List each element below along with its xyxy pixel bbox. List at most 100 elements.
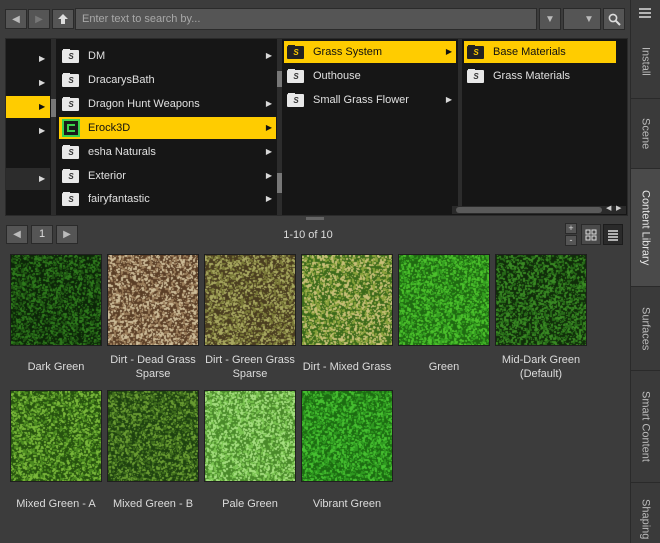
- page-number-field[interactable]: 1: [31, 225, 53, 244]
- smart-folder-icon: S: [62, 192, 80, 206]
- asset-label: Mixed Green - A: [16, 498, 96, 510]
- smart-folder-icon: S: [62, 73, 80, 87]
- asset-label: Mixed Green - B: [112, 498, 194, 510]
- asset-thumbnail[interactable]: [10, 390, 102, 482]
- search-button[interactable]: [603, 8, 625, 30]
- folder-row-selected[interactable]: S Grass System ▶: [284, 41, 456, 63]
- horizontal-scrollbar[interactable]: ◀ ▶: [452, 204, 626, 214]
- asset-thumbnail[interactable]: [107, 390, 199, 482]
- grid-view-icon: [585, 229, 597, 241]
- expand-arrow-icon[interactable]: ▶: [39, 174, 45, 183]
- smart-folder-icon: S: [62, 169, 80, 183]
- smart-folder-icon: S: [287, 93, 305, 107]
- smart-folder-icon: S: [62, 49, 80, 63]
- folder-label: Outhouse: [313, 70, 361, 82]
- asset-label: Green: [428, 361, 460, 373]
- up-arrow-button[interactable]: [52, 9, 74, 29]
- tab-shaping[interactable]: Shaping: [631, 483, 660, 543]
- folder-label: Grass Materials: [493, 70, 571, 82]
- asset-thumbnail[interactable]: [301, 390, 393, 482]
- asset-label: Dark Green: [27, 361, 85, 373]
- expand-arrow-icon[interactable]: ▶: [39, 102, 45, 111]
- folder-row[interactable]: S DracarysBath: [59, 69, 276, 91]
- asset-thumbnail[interactable]: [495, 254, 587, 346]
- asset-thumbnail[interactable]: [204, 254, 296, 346]
- scroll-left-icon[interactable]: ◀: [606, 204, 611, 212]
- folder-label: Erock3D: [88, 122, 131, 134]
- search-history-dropdown[interactable]: ▼: [539, 8, 561, 30]
- chevron-right-icon: ▶: [445, 47, 452, 56]
- pager-bar: ◀ 1 ▶ 1-10 of 10 + -: [0, 220, 630, 248]
- next-page-button[interactable]: ▶: [56, 225, 78, 244]
- smart-folder-icon: S: [467, 69, 485, 83]
- folder-label: Exterior: [88, 170, 126, 182]
- tab-install[interactable]: Install: [631, 24, 660, 99]
- asset-label: Vibrant Green: [312, 498, 382, 510]
- result-range-text: 1-10 of 10: [283, 229, 333, 241]
- toolbar: ◀ ▶ ▼ ▼: [0, 0, 630, 38]
- chevron-down-icon: ▼: [584, 13, 594, 25]
- grid-view-button[interactable]: [581, 224, 601, 245]
- folder-label: Base Materials: [493, 46, 566, 58]
- asset-thumbnail[interactable]: [10, 254, 102, 346]
- column-scroll-thumb[interactable]: [277, 71, 282, 87]
- scroll-right-icon[interactable]: ▶: [616, 204, 621, 212]
- panel-menu-icon[interactable]: [637, 6, 653, 20]
- asset-thumbnail[interactable]: [301, 254, 393, 346]
- asset-label: Dirt - Green Grass Sparse: [205, 354, 295, 380]
- expand-arrow-icon[interactable]: ▶: [39, 78, 45, 87]
- chevron-right-icon: ▶: [265, 99, 272, 108]
- chevron-right-icon: ▶: [265, 171, 272, 180]
- folder-row[interactable]: S fairyfantastic ▶: [59, 189, 276, 209]
- folder-row-selected[interactable]: S Base Materials: [464, 41, 616, 63]
- vendor-logo-icon: [62, 119, 80, 137]
- asset-label: Dirt - Dead Grass Sparse: [110, 354, 196, 380]
- folder-row[interactable]: S Grass Materials: [464, 65, 616, 87]
- column-scroll-thumb[interactable]: [51, 99, 56, 117]
- folder-row[interactable]: S Dragon Hunt Weapons ▶: [59, 93, 276, 115]
- zoom-out-button[interactable]: -: [565, 235, 577, 246]
- folder-row-selected[interactable]: Erock3D ▶: [59, 117, 276, 139]
- back-arrow-button[interactable]: ◀: [5, 9, 27, 29]
- smart-folder-icon: S: [62, 145, 80, 159]
- filter-dropdown[interactable]: ▼: [563, 8, 601, 30]
- expand-arrow-icon[interactable]: ▶: [39, 126, 45, 135]
- asset-thumbnail[interactable]: [398, 254, 490, 346]
- smart-folder-icon: S: [287, 45, 305, 59]
- list-view-button[interactable]: [603, 224, 623, 245]
- list-view-icon: [608, 230, 618, 241]
- smart-folder-icon: S: [467, 45, 485, 59]
- smart-folder-icon: S: [62, 97, 80, 111]
- folder-row[interactable]: S DM ▶: [59, 45, 276, 67]
- forward-arrow-button[interactable]: ▶: [28, 9, 50, 29]
- asset-thumbnail[interactable]: [107, 254, 199, 346]
- tab-content-library[interactable]: Content Library: [631, 169, 660, 287]
- folder-label: Small Grass Flower: [313, 94, 409, 106]
- column-splitter[interactable]: [51, 39, 56, 215]
- column-scroll-thumb[interactable]: [277, 173, 282, 193]
- folder-row[interactable]: S esha Naturals ▶: [59, 141, 276, 163]
- folder-row[interactable]: S Small Grass Flower ▶: [284, 89, 456, 111]
- folder-label: Grass System: [313, 46, 383, 58]
- chevron-right-icon: ▶: [265, 194, 272, 203]
- folder-label: DM: [88, 50, 106, 62]
- tab-smart-content[interactable]: Smart Content: [631, 371, 660, 483]
- column-splitter[interactable]: [458, 39, 462, 209]
- horizontal-scroll-thumb[interactable]: [456, 207, 602, 213]
- prev-page-button[interactable]: ◀: [6, 225, 28, 244]
- folder-label: esha Naturals: [88, 146, 156, 158]
- expand-arrow-icon[interactable]: ▶: [39, 54, 45, 63]
- chevron-down-icon: ▼: [545, 13, 555, 25]
- chevron-right-icon: ▶: [265, 147, 272, 156]
- tab-scene[interactable]: Scene: [631, 99, 660, 169]
- folder-row[interactable]: S Exterior ▶: [59, 165, 276, 187]
- asset-label: Dirt - Mixed Grass: [302, 361, 392, 373]
- tab-surfaces[interactable]: Surfaces: [631, 287, 660, 371]
- search-input[interactable]: [75, 8, 537, 30]
- asset-thumbnail[interactable]: [204, 390, 296, 482]
- zoom-in-button[interactable]: +: [565, 223, 577, 234]
- asset-label: Mid-Dark Green (Default): [501, 354, 581, 380]
- content-browser: ▶ ▶ ▶ ▶ ▶ S DM ▶ S DracarysBath S Dragon…: [5, 38, 628, 216]
- up-arrow-icon: [58, 14, 68, 24]
- folder-row[interactable]: S Outhouse: [284, 65, 456, 87]
